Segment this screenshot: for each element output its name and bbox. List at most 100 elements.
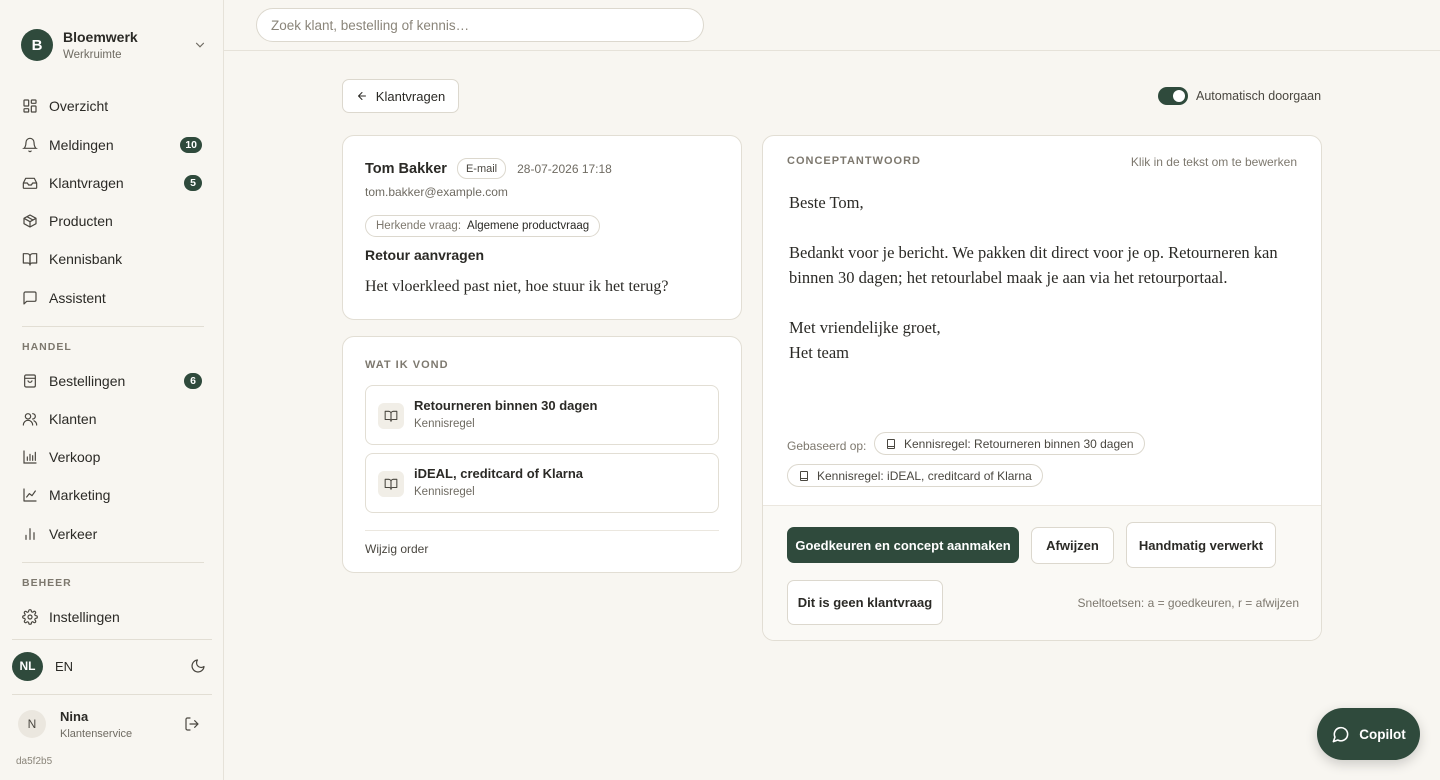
auto-continue-toggle: Automatisch doorgaan xyxy=(1158,87,1321,105)
sidebar-item-label: Kennisbank xyxy=(49,251,123,267)
grid-icon xyxy=(23,99,37,113)
action-bar: Goedkeuren en concept aanmaken Afwijzen … xyxy=(763,505,1321,640)
card-divider xyxy=(365,530,719,531)
keyboard-shortcuts-hint: Sneltoetsen: a = goedkeuren, r = afwijze… xyxy=(1077,596,1299,610)
sidebar-item-assistent[interactable]: Assistent xyxy=(12,281,212,315)
not-question-button[interactable]: Dit is geen klantvraag xyxy=(787,580,943,625)
auto-continue-switch[interactable] xyxy=(1158,87,1188,105)
knowledge-item[interactable]: Retourneren binnen 30 dagen Kennisregel xyxy=(365,385,719,445)
back-button[interactable]: Klantvragen xyxy=(342,79,459,113)
book-icon xyxy=(384,478,398,490)
copilot-button[interactable]: Copilot xyxy=(1317,708,1420,760)
workspace-switcher[interactable]: B Bloemwerk Werkruimte xyxy=(21,27,207,63)
workspace-subtitle: Werkruimte xyxy=(63,49,122,61)
based-on-label: Gebaseerd op: xyxy=(787,439,867,453)
sidebar-item-klanten[interactable]: Klanten xyxy=(12,402,212,436)
sidebar-item-producten[interactable]: Producten xyxy=(12,204,212,238)
message-timestamp: 28-07-2026 17:18 xyxy=(517,161,612,176)
reject-button[interactable]: Afwijzen xyxy=(1031,527,1114,564)
knowledge-item-type: Kennisregel xyxy=(414,418,475,430)
workspace-name: Bloemwerk xyxy=(63,29,138,45)
user-profile: N Nina Klantenservice xyxy=(12,707,212,741)
channel-badge: E-mail xyxy=(456,158,507,179)
sidebar-item-label: Bestellingen xyxy=(49,373,126,389)
draft-card: CONCEPTANTWOORD Klik in de tekst om te b… xyxy=(762,135,1322,641)
section-label-beheer: BEHEER xyxy=(22,577,72,589)
auto-continue-label: Automatisch doorgaan xyxy=(1196,89,1322,103)
package-icon xyxy=(23,214,37,228)
sidebar-divider xyxy=(22,326,204,327)
source-chip-label: Kennisregel: Retourneren binnen 30 dagen xyxy=(904,436,1134,451)
count-badge: 10 xyxy=(180,137,202,153)
avatar: N xyxy=(18,710,46,738)
found-card: WAT IK VOND Retourneren binnen 30 dagen … xyxy=(342,336,742,573)
draft-editor[interactable]: Beste Tom, Bedankt voor je bericht. We p… xyxy=(789,190,1301,365)
sidebar-item-label: Verkeer xyxy=(49,526,98,542)
sidebar-item-verkeer[interactable]: Verkeer xyxy=(12,517,212,551)
sidebar-item-label: Klanten xyxy=(49,411,97,427)
change-order-link[interactable]: Wijzig order xyxy=(365,542,428,556)
sidebar-item-label: Assistent xyxy=(49,290,106,306)
sidebar-item-instellingen[interactable]: Instellingen xyxy=(12,600,212,634)
gear-icon xyxy=(22,609,38,625)
sidebar-item-klantvragen[interactable]: Klantvragen 5 xyxy=(12,166,212,200)
chat-bubble-icon xyxy=(1332,726,1349,742)
inbox-icon xyxy=(22,177,38,189)
bell-icon xyxy=(22,137,38,153)
sidebar-item-label: Meldingen xyxy=(49,137,114,153)
lang-en-button[interactable]: EN xyxy=(55,659,73,674)
sender-email: tom.bakker@example.com xyxy=(365,185,508,199)
sidebar-item-kennisbank[interactable]: Kennisbank xyxy=(12,242,212,276)
sidebar-item-overzicht[interactable]: Overzicht xyxy=(12,89,212,123)
sidebar-item-verkoop[interactable]: Verkoop xyxy=(12,440,212,474)
chat-icon xyxy=(23,291,37,305)
intent-key: Herkende vraag: xyxy=(376,220,462,232)
search-input[interactable] xyxy=(256,8,704,42)
copilot-label: Copilot xyxy=(1359,726,1406,742)
section-label-handel: HANDEL xyxy=(22,341,72,353)
sidebar-divider xyxy=(12,694,212,695)
knowledge-item-title: iDEAL, creditcard of Klarna xyxy=(414,466,584,481)
lang-nl-button[interactable]: NL xyxy=(12,651,43,681)
shopping-bag-icon xyxy=(24,374,36,388)
user-name: Nina xyxy=(60,708,89,724)
draft-paragraph: Bedankt voor je bericht. We pakken dit d… xyxy=(789,243,1278,287)
back-button-label: Klantvragen xyxy=(375,88,446,104)
draft-closing-2: Het team xyxy=(789,343,850,362)
source-chip[interactable]: Kennisregel: Retourneren binnen 30 dagen xyxy=(874,432,1145,455)
intent-value: Algemene productvraag xyxy=(467,220,590,232)
users-icon xyxy=(22,413,38,426)
sidebar-item-bestellingen[interactable]: Bestellingen 6 xyxy=(12,364,212,398)
knowledge-item[interactable]: iDEAL, creditcard of Klarna Kennisregel xyxy=(365,453,719,513)
sidebar-item-label: Instellingen xyxy=(49,609,120,625)
sidebar-item-label: Marketing xyxy=(49,487,111,503)
count-badge: 5 xyxy=(184,175,202,191)
sidebar-divider xyxy=(12,639,212,640)
moon-icon[interactable] xyxy=(190,658,206,674)
line-chart-icon xyxy=(23,488,37,502)
draft-greeting: Beste Tom, xyxy=(789,193,864,212)
message-body: Het vloerkleed past niet, hoe stuur ik h… xyxy=(365,278,669,295)
sidebar-item-label: Verkoop xyxy=(49,449,101,465)
source-chip-label: Kennisregel: iDEAL, creditcard of Klarna xyxy=(817,468,1032,483)
chevron-down-icon xyxy=(195,42,205,48)
message-subject: Retour aanvragen xyxy=(365,247,485,263)
arrow-left-icon xyxy=(357,92,366,100)
sidebar-item-label: Klantvragen xyxy=(49,175,124,191)
stats-icon xyxy=(25,528,35,540)
user-role: Klantenservice xyxy=(60,727,133,740)
bar-chart-icon xyxy=(23,450,37,464)
sidebar-item-marketing[interactable]: Marketing xyxy=(12,478,212,512)
manual-done-button[interactable]: Handmatig verwerkt xyxy=(1126,522,1276,568)
draft-closing-1: Met vriendelijke groet, xyxy=(789,318,941,337)
source-chip[interactable]: Kennisregel: iDEAL, creditcard of Klarna xyxy=(787,464,1043,487)
edit-hint: Klik in de tekst om te bewerken xyxy=(1130,155,1297,169)
logout-icon[interactable] xyxy=(184,716,200,732)
count-badge: 6 xyxy=(184,373,202,389)
approve-button[interactable]: Goedkeuren en concept aanmaken xyxy=(787,527,1019,563)
build-hash: da5f2b5 xyxy=(16,756,53,767)
sidebar: B Bloemwerk Werkruimte Overzicht Melding… xyxy=(0,0,224,780)
document-icon xyxy=(887,438,895,449)
knowledge-item-title: Retourneren binnen 30 dagen xyxy=(414,398,598,413)
sidebar-item-meldingen[interactable]: Meldingen 10 xyxy=(12,128,212,162)
